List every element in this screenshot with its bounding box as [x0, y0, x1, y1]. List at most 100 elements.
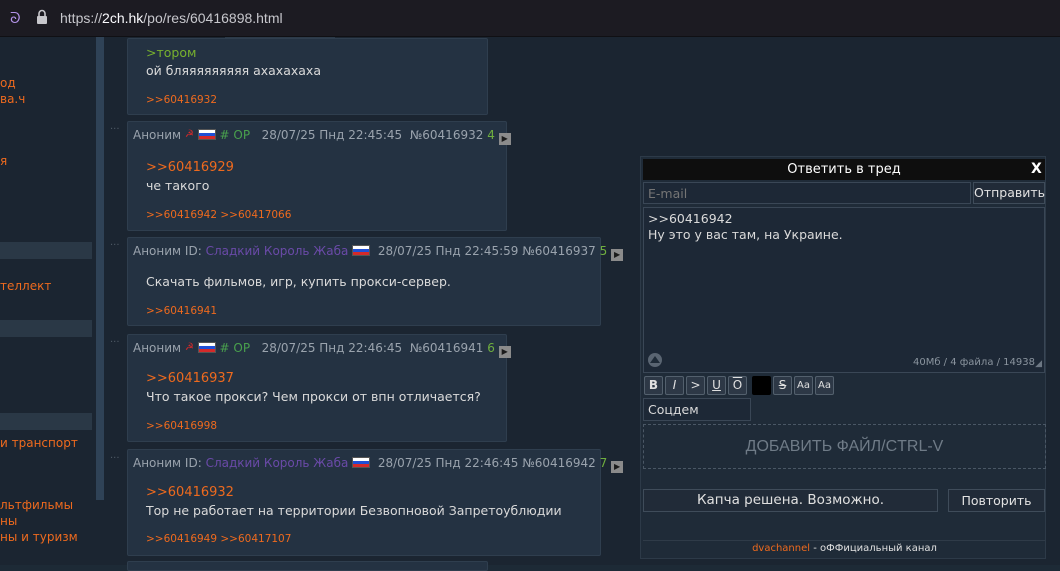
- sidebar-link[interactable]: ва.ч: [0, 92, 25, 106]
- post-author: Аноним: [133, 128, 182, 142]
- underline-button[interactable]: U: [707, 376, 726, 395]
- post: Аноним ☭ # OP 28/07/25 Пнд 22:45:45 №604…: [127, 121, 511, 231]
- url-host: 2ch.hk: [102, 10, 144, 26]
- post-counter: 7: [599, 456, 608, 470]
- url-prefix: https://: [60, 10, 103, 26]
- post-date: 28/07/25 Пнд 22:45:45: [261, 128, 403, 142]
- poster-id: Сладкий Король Жаба: [205, 244, 349, 258]
- email-field[interactable]: [643, 182, 971, 204]
- flag-icon: [352, 245, 371, 256]
- post: Аноним ID: Сладкий Король Жаба 28/07/25 …: [127, 237, 624, 326]
- post-header: Аноним ID: Сладкий Король Жаба 28/07/25 …: [133, 456, 624, 473]
- italic-button[interactable]: I: [665, 376, 684, 395]
- greentext-line: >тором: [146, 45, 197, 60]
- flag-icon: [197, 342, 216, 353]
- spoiler-button[interactable]: [752, 376, 771, 395]
- sidebar-section-bar: [0, 320, 92, 337]
- lock-icon[interactable]: [36, 9, 48, 25]
- post-date: 28/07/25 Пнд 22:46:45: [261, 341, 403, 355]
- sidebar-link[interactable]: и транспорт: [0, 436, 78, 450]
- divider: [643, 540, 1046, 541]
- sidebar-link[interactable]: од: [0, 76, 16, 90]
- sidebar-section-bar: [0, 413, 92, 430]
- retry-button[interactable]: Повторить: [948, 489, 1045, 512]
- post-author: Аноним ID:: [133, 456, 202, 470]
- superscript-button[interactable]: Aa: [794, 376, 813, 395]
- strike-button[interactable]: S: [773, 376, 792, 395]
- sidebar-scrollbar[interactable]: [96, 37, 104, 500]
- post-text: Тор не работает на территории Безвопново…: [146, 503, 562, 518]
- post-divider: ···: [110, 240, 120, 251]
- post-number[interactable]: №60416941: [410, 341, 484, 355]
- channel-link[interactable]: dvachannel: [752, 543, 810, 554]
- post-text: Что такое прокси? Чем прокси от впн отли…: [146, 389, 481, 404]
- message-line: >>60416942: [648, 211, 733, 226]
- post: Аноним ☭ # OP 28/07/25 Пнд 22:46:45 №604…: [127, 334, 511, 442]
- post: >тором ой бляяяяяяяяя ахахахаха >>604169…: [127, 38, 488, 115]
- play-icon[interactable]: ▶: [498, 133, 511, 145]
- sidebar-link[interactable]: ны: [0, 514, 17, 528]
- sidebar-section-bar: [0, 242, 92, 259]
- quote-button[interactable]: >: [686, 376, 705, 395]
- sidebar-link[interactable]: ны и туризм: [0, 530, 78, 544]
- post: [127, 561, 488, 571]
- sage-icon[interactable]: [647, 352, 663, 368]
- overline-button[interactable]: O: [728, 376, 747, 395]
- post-number[interactable]: №60416932: [410, 128, 484, 142]
- message-textarea[interactable]: >>60416942 Ну это у вас там, на Украине.: [643, 207, 1045, 373]
- post-text: ой бляяяяяяяяя ахахахаха: [146, 63, 321, 78]
- extension-icon[interactable]: ᘐ: [10, 9, 26, 27]
- post-date: 28/07/25 Пнд 22:46:45: [377, 456, 519, 470]
- bold-button[interactable]: B: [644, 376, 663, 395]
- close-button[interactable]: X: [1031, 159, 1045, 180]
- file-drop-zone[interactable]: ДОБАВИТЬ ФАЙЛ/CTRL-V: [643, 424, 1046, 469]
- post-divider: ···: [110, 453, 120, 464]
- post-divider: ···: [110, 124, 120, 135]
- post-counter: 4: [487, 128, 495, 142]
- poster-id: Сладкий Король Жаба: [205, 456, 349, 470]
- post-author: Аноним ID:: [133, 244, 202, 258]
- sidebar-link[interactable]: теллект: [0, 279, 51, 293]
- sickle-icon: ☭: [184, 342, 194, 353]
- post-replies[interactable]: >>60416998: [146, 420, 217, 432]
- message-line: Ну это у вас там, на Украине.: [648, 227, 843, 242]
- post-text: че такого: [146, 178, 210, 193]
- resize-handle-icon[interactable]: ◢: [1035, 359, 1042, 369]
- sidebar-link[interactable]: льтфильмы: [0, 498, 73, 512]
- play-icon[interactable]: ▶: [611, 461, 624, 473]
- op-badge: # OP: [219, 128, 251, 142]
- post-counter: 5: [599, 244, 608, 258]
- post-header: Аноним ☭ # OP 28/07/25 Пнд 22:46:45 №604…: [133, 341, 511, 358]
- play-icon[interactable]: ▶: [611, 249, 624, 261]
- post-text: Скачать фильмов, игр, купить прокси-серв…: [146, 274, 451, 289]
- board-sidebar: од ва.ч я теллект и транспорт льтфильмы …: [0, 37, 104, 565]
- flag-icon: [352, 457, 371, 468]
- post-divider: ···: [110, 337, 120, 348]
- address-bar[interactable]: https://2ch.hk/po/res/60416898.html: [60, 10, 283, 26]
- footer: dvachannel - оФФициальный канал: [643, 543, 1046, 554]
- play-icon[interactable]: ▶: [498, 346, 511, 358]
- post-number[interactable]: №60416937: [522, 244, 596, 258]
- post-counter: 6: [487, 341, 495, 355]
- sidebar-link[interactable]: я: [0, 154, 7, 168]
- post-header: Аноним ID: Сладкий Король Жаба 28/07/25 …: [133, 244, 624, 261]
- subscript-button[interactable]: Aa: [815, 376, 834, 395]
- browser-toolbar: ᘐ https://2ch.hk/po/res/60416898.html: [0, 0, 1060, 37]
- reply-form-title[interactable]: Ответить в тред: [643, 159, 1045, 180]
- flag-icon: [197, 129, 216, 140]
- post-reflink[interactable]: >>60416937: [146, 371, 234, 386]
- post-reflink[interactable]: >>60416929: [146, 160, 234, 175]
- post-replies[interactable]: >>60416941: [146, 305, 217, 317]
- url-path: /po/res/60416898.html: [143, 10, 283, 26]
- post-replies[interactable]: >>60416932: [146, 94, 217, 106]
- post-date: 28/07/25 Пнд 22:45:59: [377, 244, 519, 258]
- post: Аноним ID: Сладкий Король Жаба 28/07/25 …: [127, 449, 624, 556]
- icon-select[interactable]: Соцдем: [643, 398, 751, 421]
- send-button[interactable]: Отправить: [973, 182, 1045, 204]
- post-header: Аноним ☭ # OP 28/07/25 Пнд 22:45:45 №604…: [133, 128, 511, 145]
- post-replies[interactable]: >>60416942 >>60417066: [146, 209, 291, 221]
- post-replies[interactable]: >>60416949 >>60417107: [146, 533, 291, 545]
- post-reflink[interactable]: >>60416932: [146, 485, 234, 500]
- op-badge: # OP: [219, 341, 251, 355]
- post-number[interactable]: №60416942: [522, 456, 596, 470]
